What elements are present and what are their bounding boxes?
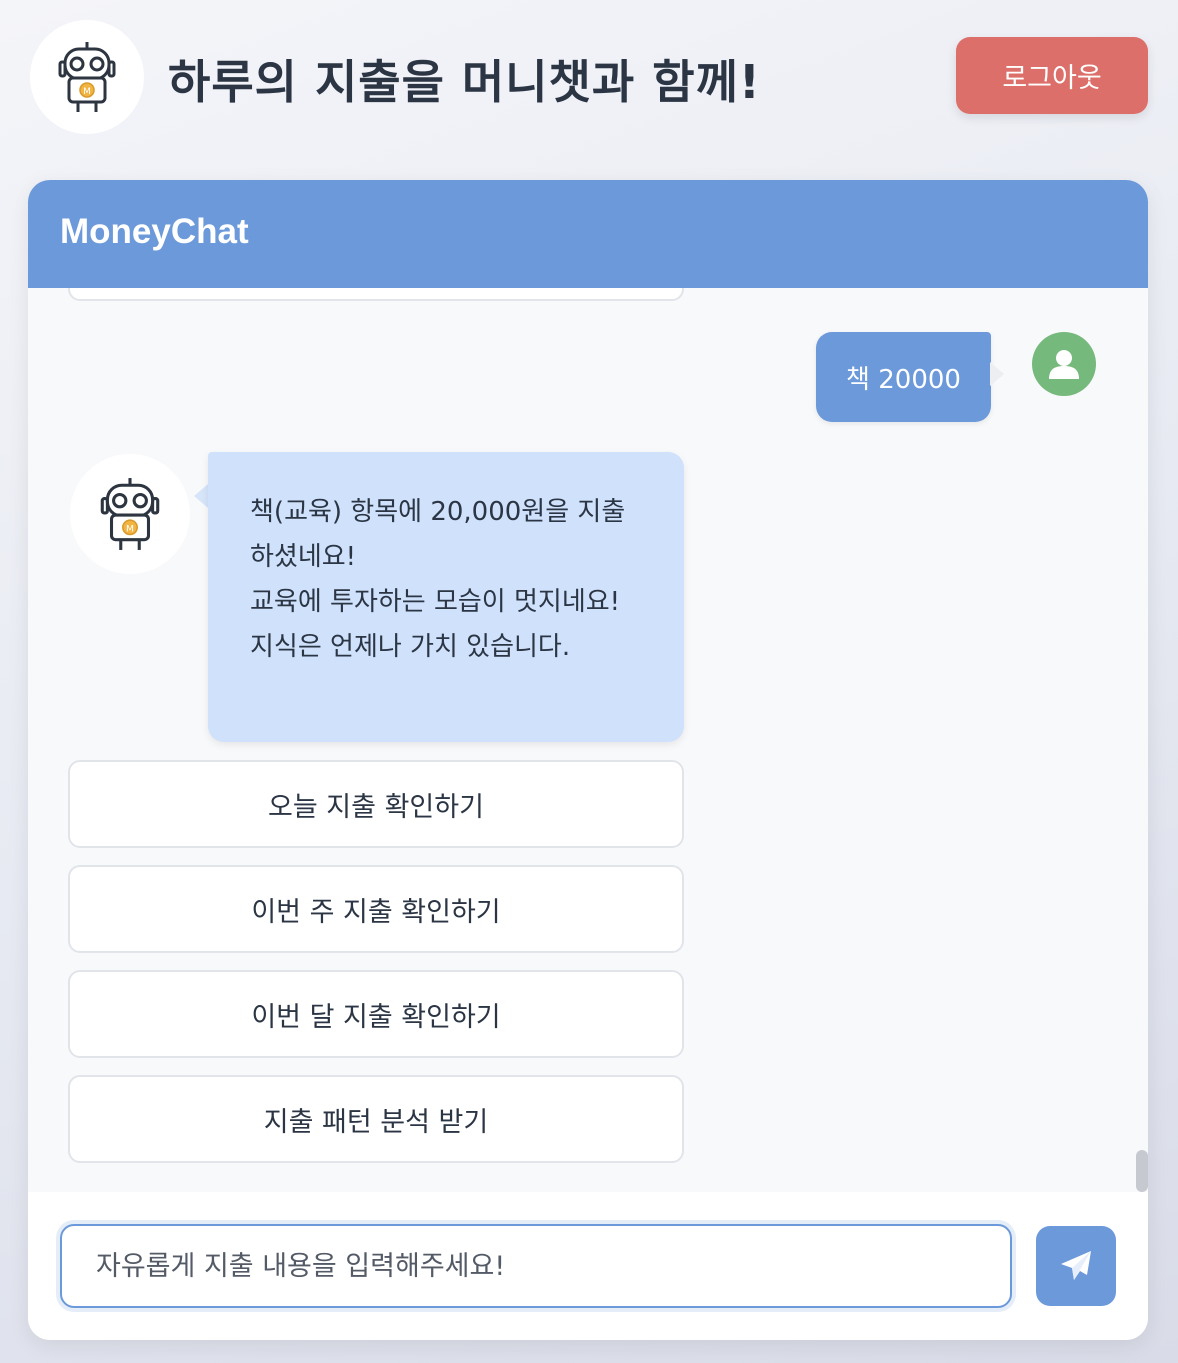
quick-reply-week[interactable]: 이번 주 지출 확인하기 — [68, 865, 684, 953]
scrollbar-thumb[interactable] — [1136, 1150, 1148, 1192]
page-title: 하루의 지출을 머니챗과 함께! — [168, 55, 761, 109]
send-button[interactable] — [1036, 1226, 1116, 1306]
previous-quick-reply-button[interactable] — [68, 288, 684, 301]
quick-reply-month[interactable]: 이번 달 지출 확인하기 — [68, 970, 684, 1058]
bot-message-bubble: 책(교육) 항목에 20,000원을 지출하셨네요! 교육에 투자하는 모습이 … — [208, 452, 684, 742]
user-message-text: 책 20000 — [846, 364, 961, 395]
bot-message-line: 책(교육) 항목에 20,000원을 지출하셨네요! — [250, 497, 626, 572]
logout-button[interactable]: 로그아웃 — [956, 37, 1148, 114]
quick-reply-today[interactable]: 오늘 지출 확인하기 — [68, 760, 684, 848]
input-bar — [28, 1192, 1148, 1340]
bot-message-line: 교육에 투자하는 모습이 멋지네요! 지식은 언제나 가치 있습니다. — [250, 587, 621, 662]
chat-title: MoneyChat — [60, 212, 249, 251]
top-header: M 하루의 지출을 머니챗과 함께! 로그아웃 — [0, 0, 1178, 160]
message-list[interactable]: 책 20000 M 책(교육) 항목에 20,000원을 지출하셨네요! 교육에… — [28, 288, 1148, 1192]
user-message-bubble: 책 20000 — [816, 332, 991, 422]
logo: M — [30, 20, 144, 134]
robot-mascot-icon: M — [100, 478, 160, 550]
chat-header: MoneyChat — [28, 180, 1148, 288]
svg-text:M: M — [83, 87, 91, 97]
user-icon — [1049, 350, 1079, 379]
user-bubble-tail — [990, 362, 1004, 386]
bot-bubble-tail — [194, 484, 208, 508]
quick-reply-pattern[interactable]: 지출 패턴 분석 받기 — [68, 1075, 684, 1163]
svg-text:M: M — [126, 523, 134, 534]
user-avatar — [1032, 332, 1096, 396]
chat-window: MoneyChat 책 20000 M 책(교육) 항목에 20,000원을 지… — [28, 180, 1148, 1340]
robot-mascot-icon: M — [58, 42, 116, 112]
message-input[interactable] — [60, 1224, 1012, 1308]
bot-avatar: M — [70, 454, 190, 574]
paper-plane-icon — [1061, 1251, 1091, 1280]
